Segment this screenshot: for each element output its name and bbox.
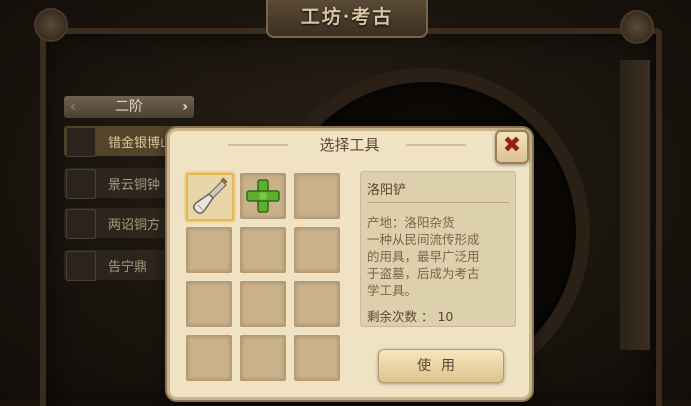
right-side-panel [620,60,650,350]
tool-slot[interactable] [186,281,232,327]
back-icon[interactable] [34,8,68,42]
tool-slot[interactable] [294,227,340,273]
shovel-icon [192,177,228,215]
tool-name: 洛阳铲 [367,183,407,198]
artifact-icon [66,251,96,281]
list-item-label: 两诏铜方 [108,218,161,233]
tier-label: 二阶 [115,99,143,115]
tool-info-panel: 洛阳铲 产地：洛阳杂货 一种从民间流传形成 的用具，最早广泛用 于盗墓，后成为考… [360,171,516,327]
list-item-label: 错金银博山 [108,136,174,151]
tool-description-line: 学工具。 [367,283,418,298]
header-flourish [406,144,466,146]
tool-slot[interactable] [240,227,286,273]
list-item-label: 景云铜钟 [108,178,161,193]
divider [367,202,509,203]
list-item-label: 告宁鼎 [108,260,148,275]
select-tool-dialog: 选择工具 ✖ 洛阳铲 产地：洛阳杂货 一种从民间流传形成 的用具，最早广泛用 于… [167,128,532,400]
tool-slot[interactable] [240,281,286,327]
remaining-uses: 剩余次数 ： 10 [367,309,454,324]
tool-slot[interactable] [186,335,232,381]
use-button[interactable]: 使用 [378,349,504,383]
tool-slot[interactable] [294,335,340,381]
close-button[interactable]: ✖ [495,130,529,164]
tool-slot[interactable] [240,173,286,219]
tool-slot[interactable] [186,227,232,273]
artifact-icon [66,127,96,157]
tool-slot[interactable] [186,173,234,221]
dialog-header: 选择工具 [170,131,529,159]
artifact-icon [66,169,96,199]
tool-slot[interactable] [294,281,340,327]
settings-icon[interactable] [620,10,654,44]
tool-slot[interactable] [294,173,340,219]
plus-icon [246,179,280,213]
screen-title: 工坊·考古 [266,0,428,38]
artifact-icon [66,209,96,239]
chevron-left-icon[interactable]: ‹ [70,96,76,118]
tool-slot[interactable] [240,335,286,381]
chevron-right-icon[interactable]: › [182,96,188,118]
dialog-title: 选择工具 [319,136,380,154]
tier-selector[interactable]: ‹ 二阶 › [64,96,194,118]
